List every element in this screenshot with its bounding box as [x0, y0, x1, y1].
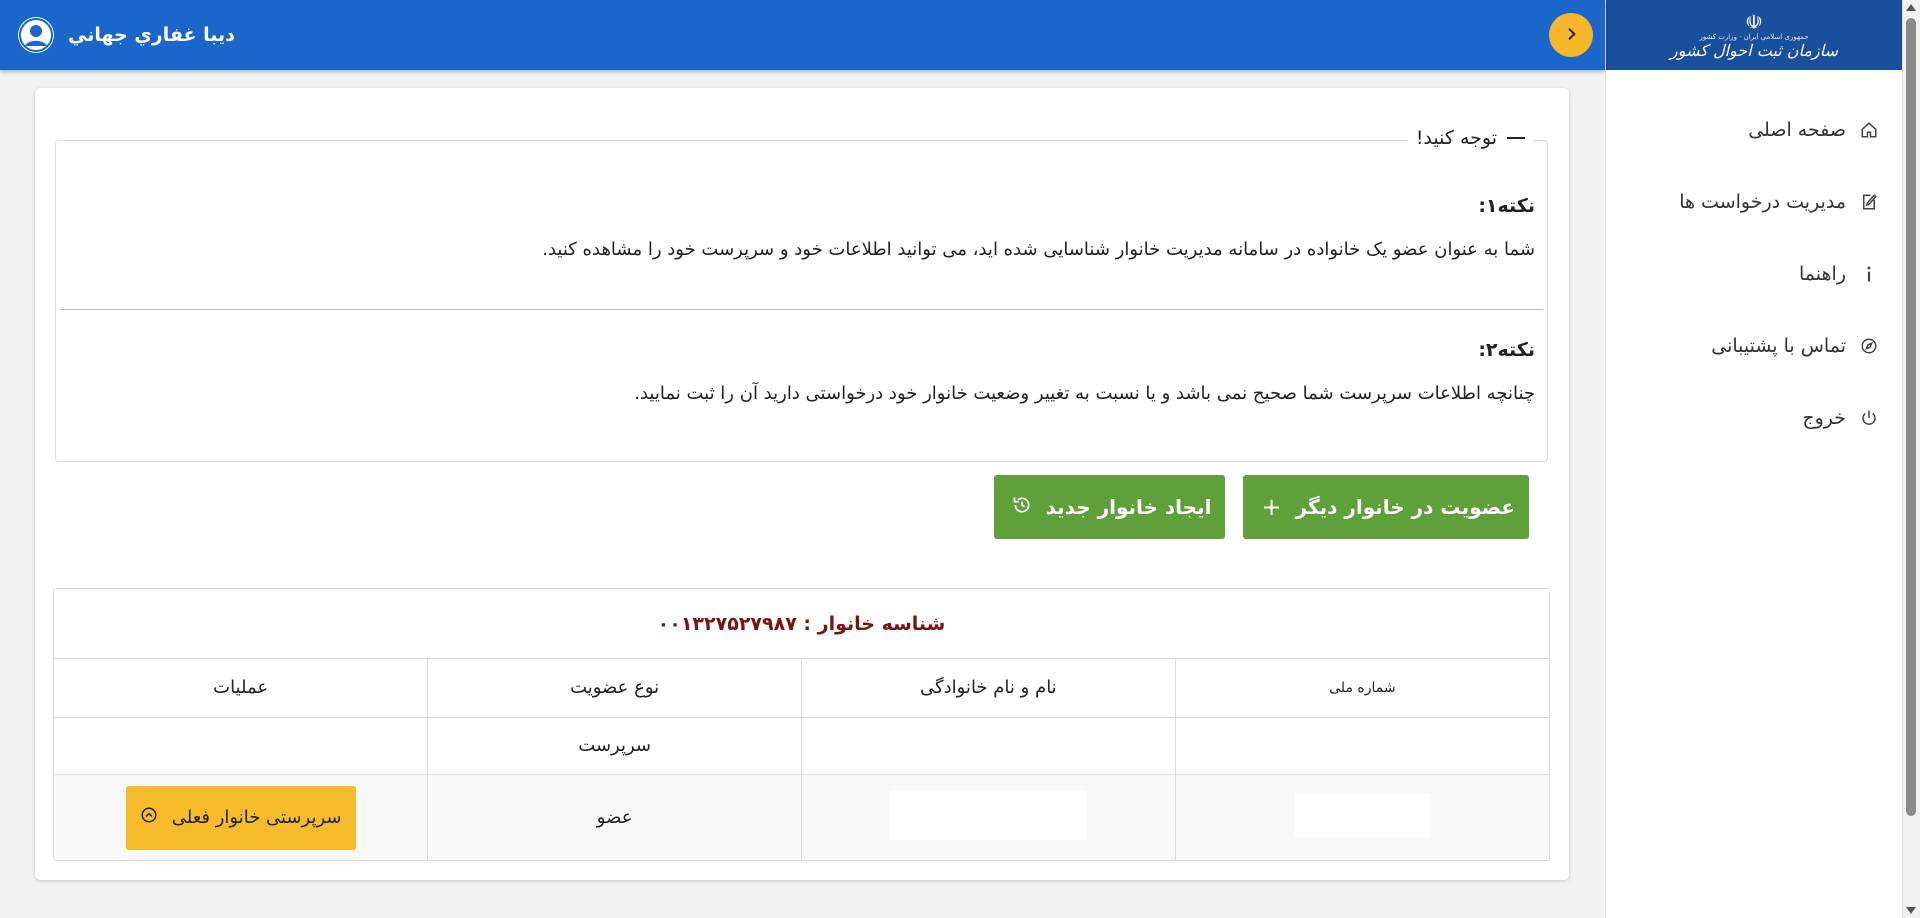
compass-icon: [1858, 337, 1880, 355]
redacted-national-id: [1295, 793, 1430, 838]
note-2-text: چنانچه اطلاعات سرپرست شما صحیح نمی باشد …: [634, 383, 1535, 404]
current-family-head-button[interactable]: سرپرستی خانوار فعلی: [125, 785, 356, 850]
cell-operations: [54, 717, 428, 775]
table-row: سرپرست: [54, 717, 1549, 775]
sidebar-item-requests[interactable]: مدیریت درخواست ها: [1606, 166, 1902, 238]
family-table-box: شناسه خانوار : ۰۰۱۳۲۷۵۲۷۹۸۷ شماره ملی نا…: [53, 588, 1550, 861]
sidebar-menu: صفحه اصلی مدیریت درخواست ها راهنما تماس …: [1606, 94, 1902, 454]
column-header-membership-type: نوع عضویت: [427, 659, 802, 718]
main-card: توجه کنید! نکته۱: شما به عنوان عضو یک خا…: [35, 88, 1569, 880]
family-id: شناسه خانوار : ۰۰۱۳۲۷۵۲۷۹۸۷: [54, 589, 1549, 659]
cell-membership: سرپرست: [427, 717, 802, 775]
sidebar: ☫ جمهوری اسلامی ایران · وزارت کشور سازما…: [1605, 0, 1902, 918]
sidebar-item-logout[interactable]: خروج: [1606, 382, 1902, 454]
chevron-up-circle-icon: [140, 806, 158, 829]
chevron-right-icon: [1563, 26, 1579, 45]
note-1-title: نکته۱:: [1478, 195, 1535, 217]
logo-box: ☫ جمهوری اسلامی ایران · وزارت کشور سازما…: [1670, 12, 1838, 59]
current-family-head-label: سرپرستی خانوار فعلی: [171, 807, 342, 829]
top-header: دیبا غفاري جهاني: [0, 0, 1605, 70]
column-header-full-name: نام و نام خانوادگی: [801, 659, 1176, 718]
power-icon: [1858, 409, 1880, 427]
user-avatar-icon: [18, 17, 54, 53]
scroll-down-arrow-icon[interactable]: [1906, 907, 1916, 914]
user-name: دیبا غفاري جهاني: [68, 24, 235, 46]
column-header-national-id: شماره ملی: [1174, 659, 1549, 718]
create-new-family-label: ایجاد خانوار جدید: [1045, 495, 1212, 519]
sidebar-item-label: تماس با پشتیبانی: [1711, 335, 1846, 357]
sidebar-item-home[interactable]: صفحه اصلی: [1606, 94, 1902, 166]
sidebar-item-label: مدیریت درخواست ها: [1679, 191, 1846, 213]
join-other-family-label: عضویت در خانوار دیگر: [1295, 495, 1515, 519]
page-scrollbar[interactable]: [1902, 0, 1920, 918]
logo-title: سازمان ثبت احوال کشور: [1670, 40, 1839, 60]
cell-full-name: [801, 774, 1176, 860]
edit-icon: [1858, 193, 1880, 211]
cell-membership: عضو: [427, 774, 802, 860]
sidebar-item-label: راهنما: [1799, 263, 1846, 285]
note-2-title: نکته۲:: [1478, 339, 1535, 361]
family-members-table: شماره ملی نام و نام خانوادگی نوع عضویت ع…: [54, 659, 1549, 860]
sidebar-item-label: صفحه اصلی: [1748, 119, 1846, 141]
organization-logo[interactable]: ☫ جمهوری اسلامی ایران · وزارت کشور سازما…: [1606, 0, 1902, 70]
note-2: نکته۲: چنانچه اطلاعات سرپرست شما صحیح نم…: [68, 339, 1535, 404]
redacted-full-name: [890, 790, 1087, 841]
note-1: نکته۱: شما به عنوان عضو یک خانواده در سا…: [68, 195, 1535, 260]
sidebar-item-label: خروج: [1802, 407, 1846, 429]
cell-national-id: [1174, 717, 1549, 775]
scroll-up-arrow-icon[interactable]: [1906, 4, 1916, 11]
scroll-thumb[interactable]: [1906, 18, 1916, 816]
plus-icon: +: [1261, 493, 1282, 521]
info-icon: [1858, 265, 1880, 283]
sidebar-item-help[interactable]: راهنما: [1606, 238, 1902, 310]
history-icon: [1012, 493, 1032, 521]
notice-legend: توجه کنید!: [1407, 127, 1533, 149]
table-row: عضو سرپرستی خانوار فعلی: [54, 774, 1549, 860]
home-icon: [1858, 121, 1880, 139]
create-new-family-button[interactable]: ایجاد خانوار جدید: [993, 475, 1226, 539]
cell-full-name: [801, 717, 1176, 775]
emblem-icon: ☫: [1745, 9, 1763, 34]
notice-fieldset: توجه کنید! نکته۱: شما به عنوان عضو یک خا…: [55, 127, 1548, 462]
action-buttons: عضویت در خانوار دیگر + ایجاد خانوار جدید: [993, 475, 1529, 539]
cell-national-id: [1174, 774, 1549, 860]
sidebar-toggle-button[interactable]: [1549, 13, 1593, 57]
logo-subtitle: جمهوری اسلامی ایران · وزارت کشور: [1699, 32, 1809, 41]
notice-title: توجه کنید!: [1415, 127, 1497, 149]
sidebar-item-support[interactable]: تماس با پشتیبانی: [1606, 310, 1902, 382]
note-1-text: شما به عنوان عضو یک خانواده در سامانه مد…: [542, 239, 1535, 260]
dash-icon: [1507, 137, 1525, 139]
note-divider: [60, 309, 1543, 310]
cell-operations: سرپرستی خانوار فعلی: [54, 774, 428, 860]
user-profile[interactable]: دیبا غفاري جهاني: [18, 17, 235, 53]
join-other-family-button[interactable]: عضویت در خانوار دیگر +: [1243, 475, 1529, 539]
column-header-operations: عملیات: [54, 659, 428, 718]
